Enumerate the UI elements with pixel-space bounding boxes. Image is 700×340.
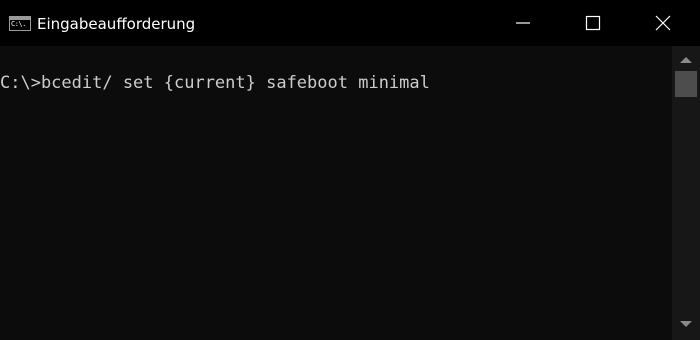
maximize-icon bbox=[585, 15, 601, 31]
close-button[interactable] bbox=[640, 0, 686, 46]
title-bar[interactable]: C:\. Eingabeaufforderung bbox=[0, 0, 700, 46]
console-window: C:\. Eingabeaufforderung C:\>bcedit/ set… bbox=[0, 0, 700, 340]
scroll-thumb[interactable] bbox=[675, 71, 697, 97]
window-title: Eingabeaufforderung bbox=[37, 15, 196, 33]
scroll-down-arrow-icon[interactable] bbox=[680, 321, 692, 327]
maximize-button[interactable] bbox=[570, 0, 616, 46]
minimize-icon bbox=[516, 22, 530, 24]
console-output[interactable]: C:\>bcedit/ set {current} safeboot minim… bbox=[0, 46, 672, 340]
cmd-icon[interactable]: C:\. bbox=[9, 16, 31, 31]
console-line: C:\>bcedit/ set {current} safeboot minim… bbox=[0, 73, 430, 93]
scroll-up-arrow-icon[interactable] bbox=[680, 57, 692, 63]
close-icon bbox=[655, 15, 671, 31]
vertical-scrollbar[interactable] bbox=[672, 46, 700, 340]
minimize-button[interactable] bbox=[500, 0, 546, 46]
cmd-icon-text: C:\. bbox=[11, 20, 26, 28]
